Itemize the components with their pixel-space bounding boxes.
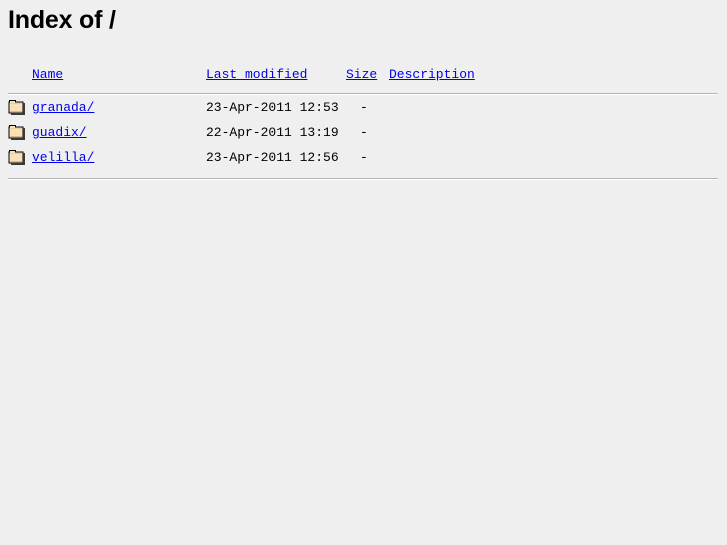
page-title-prefix: Index of xyxy=(8,6,109,34)
column-header-description[interactable]: Description xyxy=(389,64,727,84)
page-title: Index of / xyxy=(8,6,116,35)
row-name-cell: velilla/ xyxy=(32,145,206,170)
folder-icon xyxy=(8,124,28,141)
sort-by-name-link[interactable]: Name xyxy=(32,67,63,82)
column-header-icon xyxy=(0,64,32,84)
folder-icon xyxy=(8,149,28,166)
listing-header-row: Name Last modified Size Description xyxy=(0,64,727,84)
column-header-last-modified[interactable]: Last modified xyxy=(206,64,346,84)
row-size: - xyxy=(360,100,368,115)
directory-link[interactable]: velilla/ xyxy=(32,150,94,165)
column-header-name[interactable]: Name xyxy=(32,64,206,84)
page-title-path: / xyxy=(108,6,116,34)
directory-link[interactable]: guadix/ xyxy=(32,125,87,140)
row-icon-cell xyxy=(0,95,32,120)
row-icon-cell xyxy=(0,120,32,145)
row-size: - xyxy=(360,150,368,165)
row-icon-cell xyxy=(0,145,32,170)
directory-listing: Name Last modified Size Description gran… xyxy=(0,64,727,180)
folder-icon xyxy=(8,99,28,116)
row-last-modified: 22-Apr-2011 13:19 xyxy=(206,125,339,140)
column-header-size[interactable]: Size xyxy=(346,64,389,84)
sort-by-last-modified-link[interactable]: Last modified xyxy=(206,67,307,82)
sort-by-description-link[interactable]: Description xyxy=(389,67,475,82)
listing-rows: granada/23-Apr-2011 12:53- guadix/22-Apr-… xyxy=(0,95,727,170)
sort-by-size-link[interactable]: Size xyxy=(346,67,377,82)
row-size: - xyxy=(360,125,368,140)
row-name-cell: granada/ xyxy=(32,95,206,120)
table-row: velilla/23-Apr-2011 12:56 - xyxy=(0,145,727,170)
footer-divider xyxy=(8,178,718,180)
row-last-modified: 23-Apr-2011 12:53 xyxy=(206,100,339,115)
row-description xyxy=(389,145,727,170)
row-name-cell: guadix/ xyxy=(32,120,206,145)
listing-body-table: granada/23-Apr-2011 12:53- guadix/22-Apr-… xyxy=(0,95,727,170)
directory-link[interactable]: granada/ xyxy=(32,100,94,115)
row-description xyxy=(389,95,727,120)
listing-header: Name Last modified Size Description xyxy=(0,64,727,84)
table-row: granada/23-Apr-2011 12:53 - xyxy=(0,95,727,120)
table-row: guadix/22-Apr-2011 13:19 - xyxy=(0,120,727,145)
row-description xyxy=(389,120,727,145)
listing-table: Name Last modified Size Description xyxy=(0,64,727,84)
row-last-modified: 23-Apr-2011 12:56 xyxy=(206,150,339,165)
